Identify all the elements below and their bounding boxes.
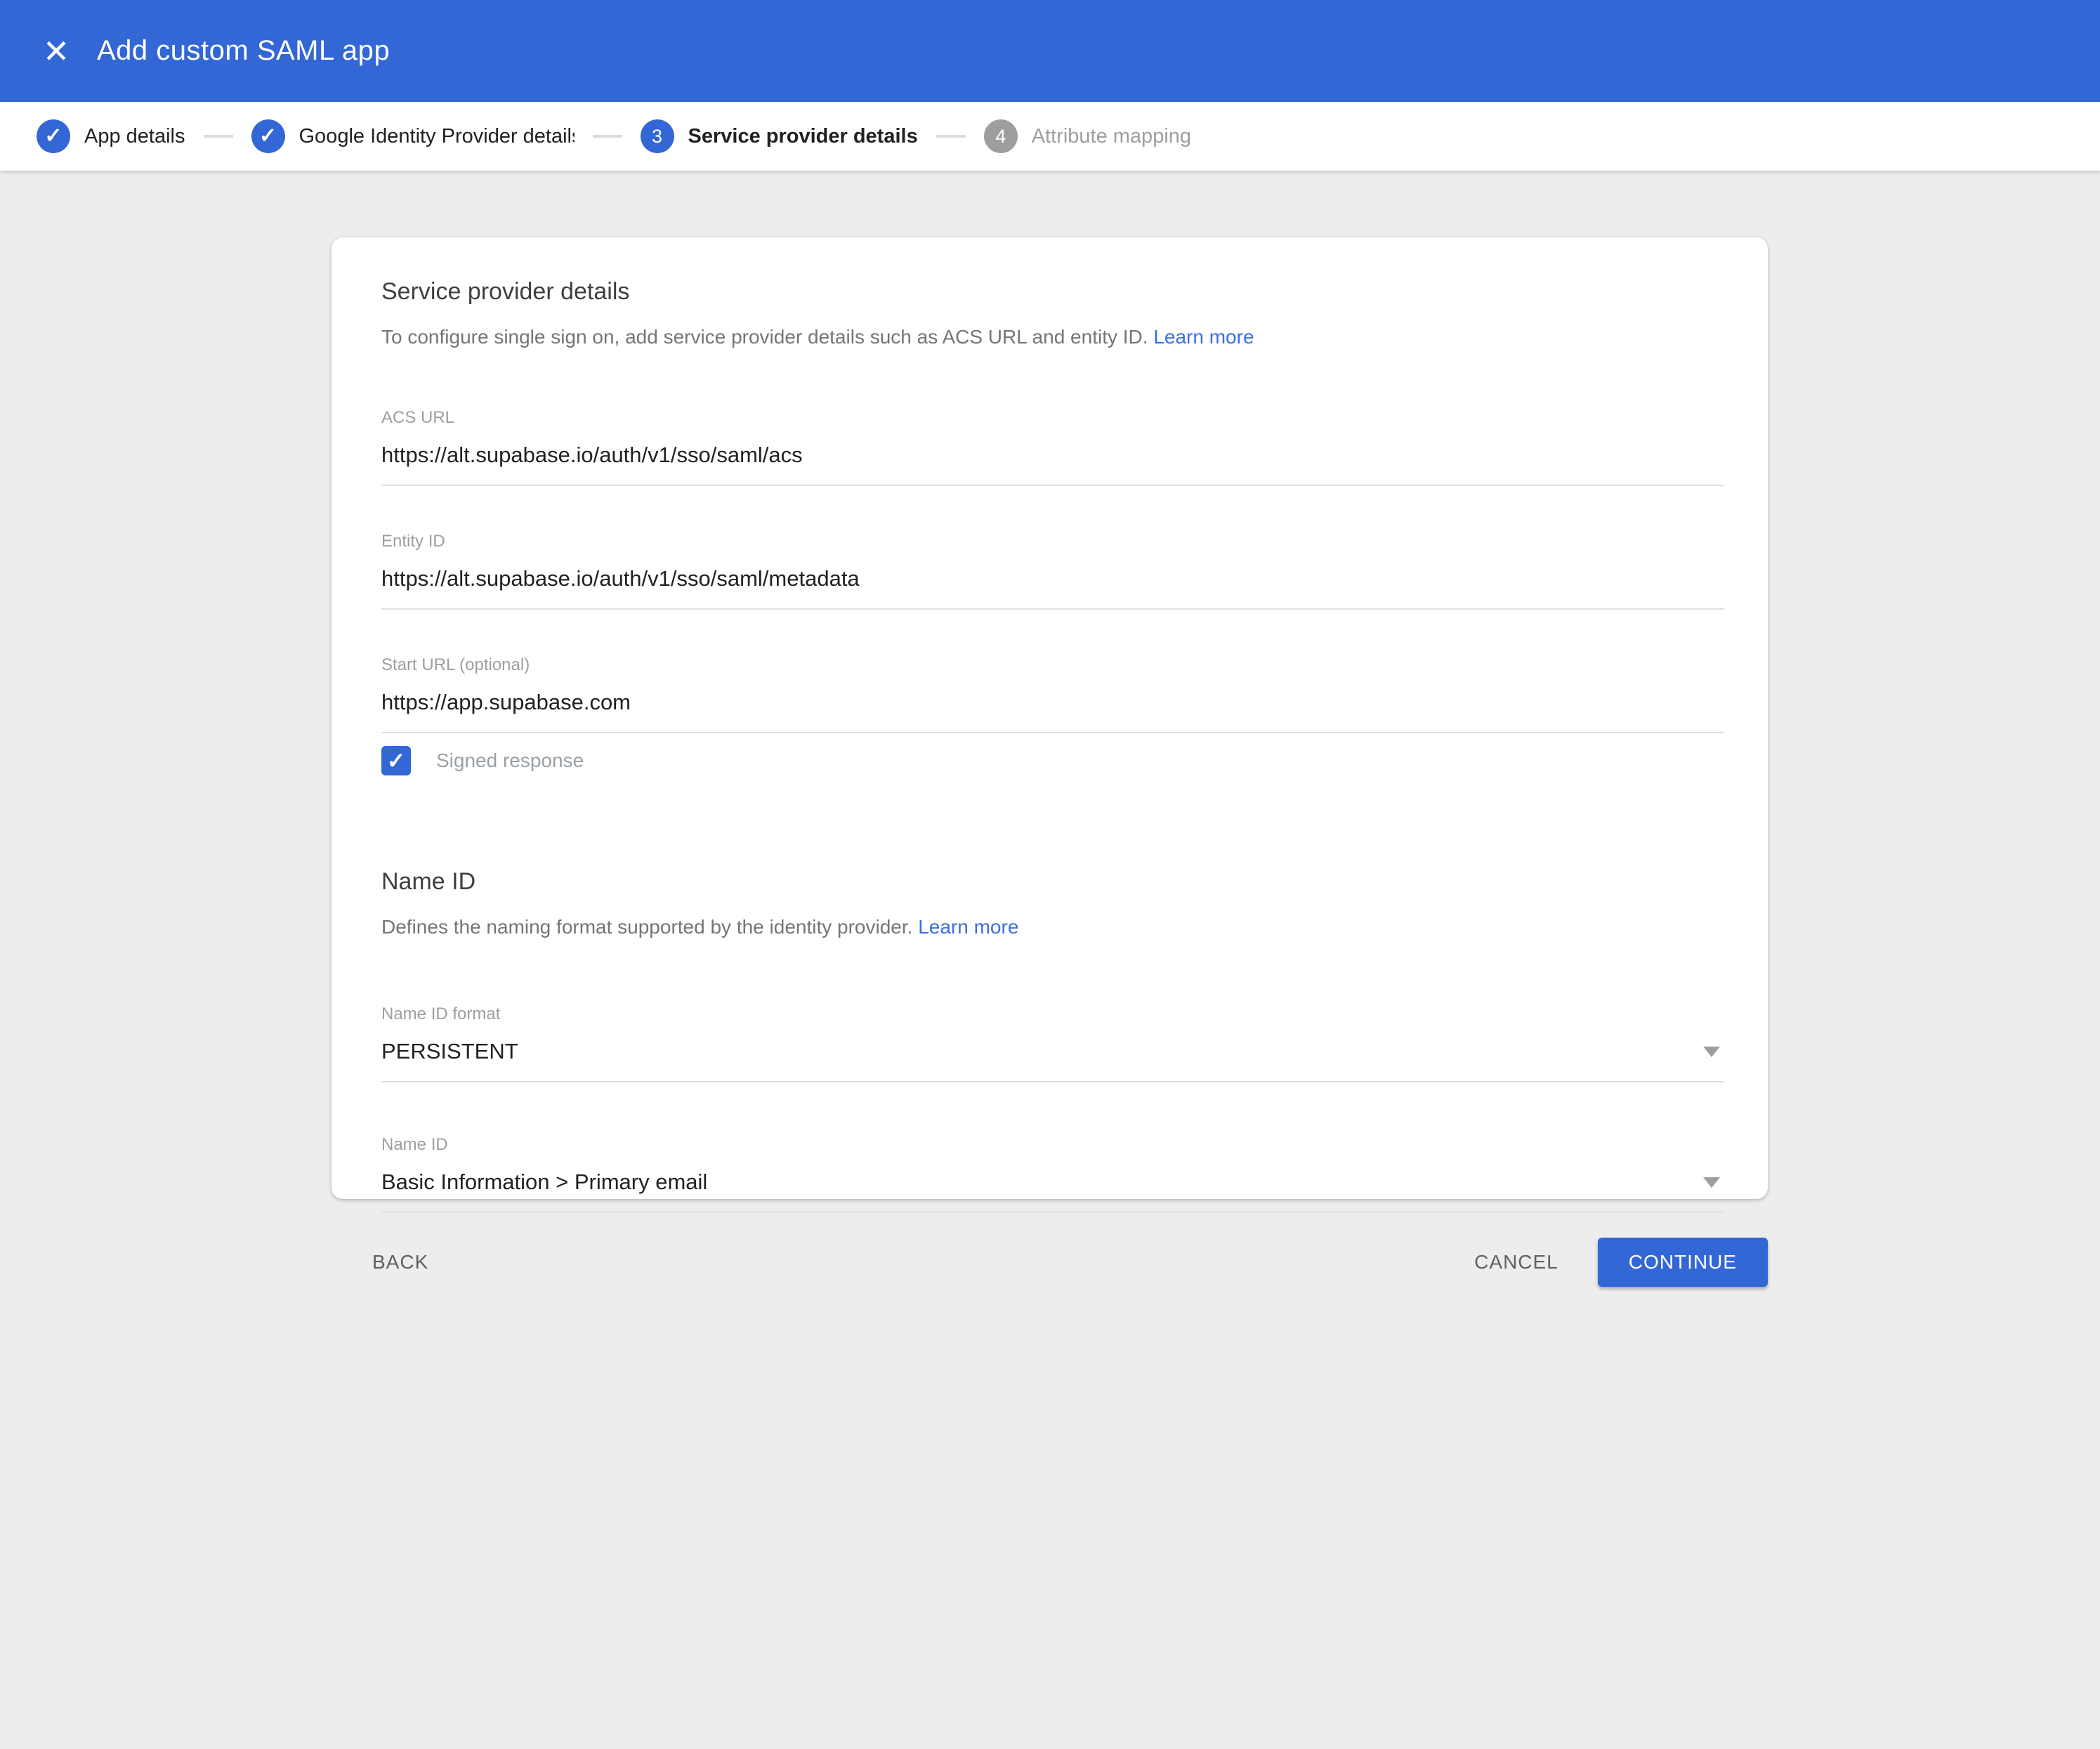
app-bar: ✕ Add custom SAML app	[0, 0, 2100, 102]
checkbox-label: Signed response	[436, 749, 584, 772]
signed-response-row: ✓ Signed response	[381, 746, 1724, 775]
name-id-section-description: Defines the naming format supported by t…	[381, 915, 1724, 940]
field-label: Start URL (optional)	[381, 655, 1724, 676]
step-connector	[593, 135, 622, 138]
check-icon: ✓	[44, 124, 62, 148]
entity-id-input[interactable]: https://alt.supabase.io/auth/v1/sso/saml…	[381, 565, 1724, 610]
cancel-button[interactable]: CANCEL	[1474, 1251, 1558, 1273]
section-description-text: To configure single sign on, add service…	[381, 326, 1148, 348]
step-complete-icon: ✓	[37, 119, 70, 153]
close-icon[interactable]: ✕	[37, 35, 76, 67]
step-attribute-mapping[interactable]: 4 Attribute mapping	[984, 119, 1191, 153]
name-id-format-select[interactable]: PERSISTENT	[381, 1037, 1724, 1082]
name-id-select[interactable]: Basic Information > Primary email	[381, 1168, 1724, 1213]
step-number-badge: 4	[984, 119, 1018, 153]
dialog-title: Add custom SAML app	[97, 35, 390, 67]
start-url-field: Start URL (optional) https://app.supabas…	[381, 655, 1724, 733]
field-label: Name ID format	[381, 1004, 1724, 1025]
field-label: Entity ID	[381, 531, 1724, 552]
check-icon: ✓	[259, 124, 277, 148]
name-id-format-dropdown: Name ID format PERSISTENT	[381, 1004, 1724, 1082]
section-title: Service provider details	[381, 277, 1724, 306]
step-connector	[204, 135, 233, 138]
footer-actions: BACK CANCEL CONTINUE	[332, 1238, 1768, 1287]
chevron-down-icon[interactable]	[1703, 1177, 1720, 1188]
start-url-input[interactable]: https://app.supabase.com	[381, 688, 1724, 733]
check-icon: ✓	[387, 747, 406, 774]
continue-button[interactable]: CONTINUE	[1598, 1238, 1768, 1287]
section-description-text: Defines the naming format supported by t…	[381, 916, 912, 938]
field-label: ACS URL	[381, 407, 1724, 428]
footer-right-group: CANCEL CONTINUE	[1474, 1238, 1768, 1287]
back-button[interactable]: BACK	[372, 1251, 428, 1273]
learn-more-link[interactable]: Learn more	[1153, 326, 1254, 348]
name-id-section-title: Name ID	[381, 867, 1724, 896]
name-id-dropdown: Name ID Basic Information > Primary emai…	[381, 1134, 1724, 1213]
acs-url-field: ACS URL https://alt.supabase.io/auth/v1/…	[381, 407, 1724, 486]
acs-url-input[interactable]: https://alt.supabase.io/auth/v1/sso/saml…	[381, 441, 1724, 486]
wizard-stepper: ✓ App details ✓ Google Identity Provider…	[0, 102, 2100, 171]
step-app-details[interactable]: ✓ App details	[37, 119, 185, 153]
step-label: Google Identity Provider details	[299, 125, 575, 148]
step-label: App details	[84, 125, 185, 148]
step-google-idp-details[interactable]: ✓ Google Identity Provider details	[251, 119, 575, 153]
step-label: Attribute mapping	[1032, 125, 1191, 148]
step-label: Service provider details	[688, 125, 918, 148]
signed-response-checkbox[interactable]: ✓	[381, 746, 411, 775]
entity-id-field: Entity ID https://alt.supabase.io/auth/v…	[381, 531, 1724, 610]
chevron-down-icon[interactable]	[1703, 1047, 1720, 1057]
step-complete-icon: ✓	[251, 119, 285, 153]
section-description: To configure single sign on, add service…	[381, 325, 1724, 350]
step-service-provider-details[interactable]: 3 Service provider details	[641, 119, 918, 153]
step-number-badge: 3	[641, 119, 674, 153]
service-provider-details-card: Service provider details To configure si…	[332, 237, 1768, 1199]
field-label: Name ID	[381, 1134, 1724, 1155]
step-connector	[936, 135, 966, 138]
learn-more-link[interactable]: Learn more	[918, 916, 1018, 938]
